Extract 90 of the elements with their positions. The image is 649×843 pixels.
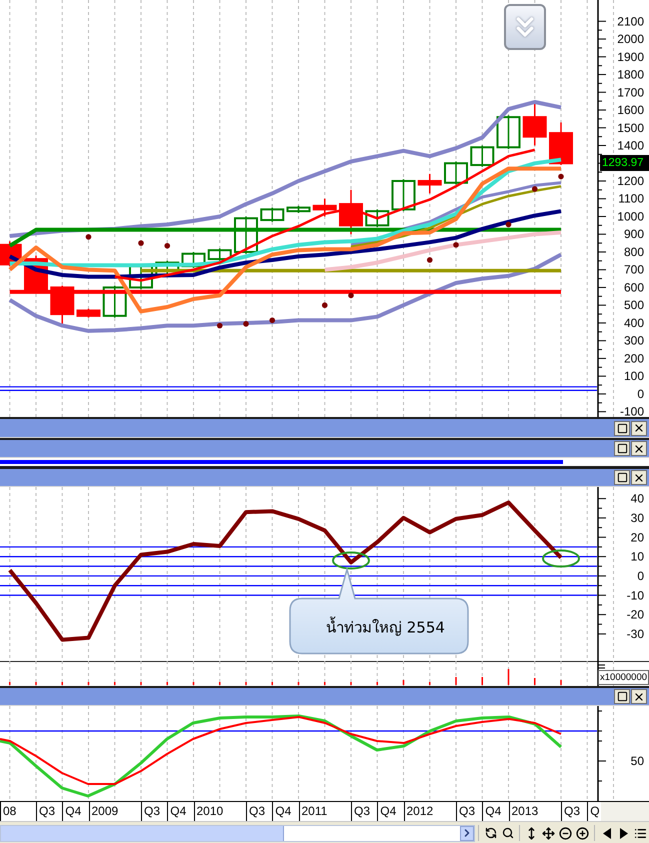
axis-label: 2100 xyxy=(617,14,644,28)
candlestick xyxy=(208,248,232,262)
candlestick xyxy=(312,198,337,218)
maximize-button[interactable] xyxy=(614,441,630,456)
axis-label: 900 xyxy=(624,227,644,242)
square-icon xyxy=(616,691,628,702)
axis-label: 1100 xyxy=(618,192,644,206)
maximize-button[interactable] xyxy=(614,689,630,704)
marker-dot xyxy=(322,302,328,308)
axis-label: 100 xyxy=(624,369,644,384)
maximize-button[interactable] xyxy=(614,420,630,436)
marker-dot xyxy=(243,321,249,327)
candlestick xyxy=(102,284,127,318)
axis-label: 1400 xyxy=(617,138,644,152)
close-button[interactable] xyxy=(631,470,647,485)
list-icon xyxy=(634,826,647,840)
axis-label: 30 xyxy=(630,510,644,525)
right-triangle-icon xyxy=(620,828,628,838)
scrollbar[interactable] xyxy=(0,824,476,842)
axis-label: 600 xyxy=(624,280,644,294)
candlestick xyxy=(470,144,494,168)
close-icon xyxy=(633,422,645,434)
axis-label: 50 xyxy=(630,754,644,768)
axis-label: 1600 xyxy=(617,103,644,118)
axis-label: 0 xyxy=(637,386,644,401)
marker-dot xyxy=(348,292,354,298)
minus-circle-icon xyxy=(559,826,572,840)
candlestick xyxy=(444,160,468,186)
axis-label: 0 xyxy=(637,568,644,583)
axis-label: 20 xyxy=(630,530,644,544)
axis-label: 400 xyxy=(624,316,644,330)
close-icon xyxy=(633,442,645,454)
close-icon xyxy=(633,472,645,484)
marker-dot xyxy=(164,242,170,249)
maximize-button[interactable] xyxy=(614,470,630,485)
scroll-thumb[interactable] xyxy=(1,826,284,840)
candlestick xyxy=(522,102,547,146)
axis-label: -20 xyxy=(626,608,644,622)
candlestick xyxy=(392,178,416,212)
axis-label: 2000 xyxy=(617,32,644,46)
close-button[interactable] xyxy=(631,420,647,436)
refresh-icon xyxy=(484,827,497,839)
axis-label: 700 xyxy=(624,262,644,277)
highlight-ellipse xyxy=(332,551,370,570)
search-icon xyxy=(502,827,514,839)
price-tag: 1293.97 xyxy=(600,155,649,172)
axis-label: -30 xyxy=(626,626,644,641)
axis-label: 1200 xyxy=(617,174,644,188)
axis-label: 1700 xyxy=(617,85,644,100)
scroll-right-button[interactable] xyxy=(460,826,474,840)
axis-label: -10 xyxy=(626,588,644,602)
marker-dot xyxy=(532,186,538,192)
axis-label: -100 xyxy=(620,404,644,417)
marker-dot xyxy=(506,222,512,228)
axis-label: 10 xyxy=(630,550,644,564)
axis-label: 1900 xyxy=(617,50,644,64)
highlight-ellipse xyxy=(542,550,580,568)
close-button[interactable] xyxy=(631,689,647,704)
marker-dot xyxy=(138,240,144,246)
marker-dot xyxy=(426,257,433,263)
axis-label: 1800 xyxy=(617,68,644,82)
candlestick xyxy=(260,206,284,223)
axis-label: 300 xyxy=(624,334,644,348)
axis-label: 800 xyxy=(624,244,644,259)
marker-dot xyxy=(453,242,459,248)
axis-label: 40 xyxy=(630,492,644,506)
candlestick xyxy=(234,216,258,254)
callout-text: น้ำท่วมใหญ่ 2554 xyxy=(326,618,445,636)
candlestick xyxy=(365,208,390,228)
move-icon xyxy=(542,826,556,840)
marker-dot xyxy=(86,234,92,240)
plus-circle-icon xyxy=(576,826,590,840)
candlestick xyxy=(418,173,442,194)
axis-label: 500 xyxy=(624,298,644,312)
marker-dot xyxy=(216,322,223,328)
square-icon xyxy=(616,472,628,483)
axis-label: 1500 xyxy=(617,120,644,135)
square-icon xyxy=(616,443,628,454)
close-button[interactable] xyxy=(631,441,647,456)
marker-dot xyxy=(269,318,276,324)
close-icon xyxy=(633,690,645,702)
collapse-button[interactable] xyxy=(504,4,546,50)
square-icon xyxy=(616,422,628,434)
scale-label: x10000000 xyxy=(598,670,649,685)
axis-label: 200 xyxy=(624,351,644,366)
left-triangle-icon xyxy=(602,828,611,838)
candlestick xyxy=(496,114,520,150)
candlestick xyxy=(339,189,363,235)
axis-label: 1000 xyxy=(617,209,644,224)
marker-dot xyxy=(558,174,564,180)
